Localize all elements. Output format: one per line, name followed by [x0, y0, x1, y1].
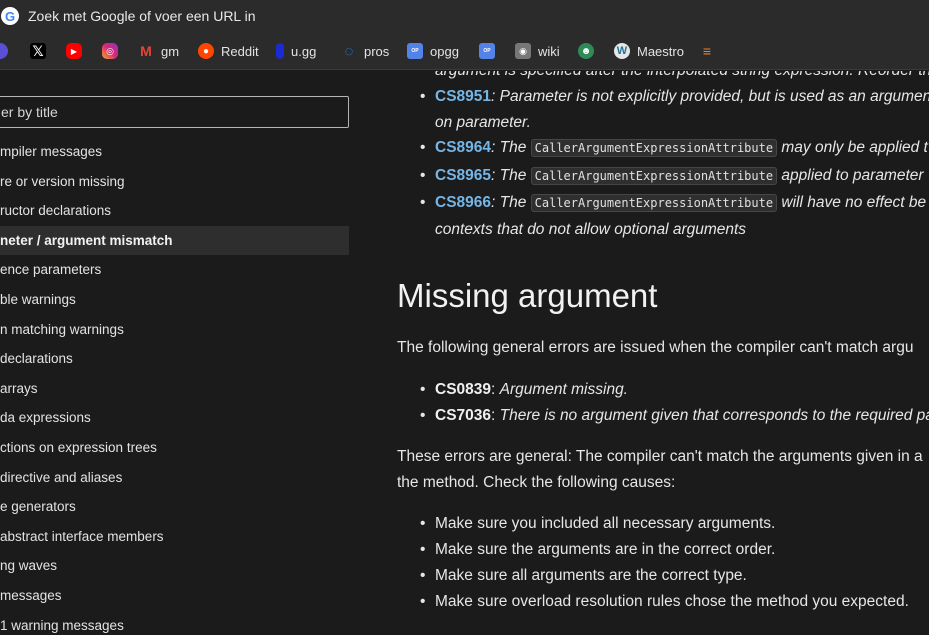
bookmark-label: pros [364, 43, 390, 59]
list-item: Make sure you included all necessary arg… [397, 511, 909, 537]
bookmark-pros[interactable]: ◌ pros [341, 39, 390, 63]
toc-item[interactable]: e generators [0, 492, 349, 522]
stackoverflow-icon: ≡ [702, 43, 712, 59]
toc-item[interactable]: ble warnings [0, 285, 349, 315]
error-code: CS7036 [435, 407, 492, 424]
bookmark-0[interactable] [0, 39, 15, 63]
top-fragment: argument is specified after the interpol… [397, 71, 929, 84]
list-item: CS8951: Parameter is not explicitly prov… [397, 84, 929, 110]
list-item: CS8966: The CallerArgumentExpressionAttr… [397, 189, 928, 217]
toc-item[interactable]: directive and aliases [0, 463, 349, 493]
list-item: CS8965: The CallerArgumentExpressionAttr… [397, 162, 928, 190]
toc-item[interactable]: messages [0, 581, 349, 611]
bookmark-stackoverflow[interactable]: ≡ [699, 39, 722, 63]
toc-item-active[interactable]: neter / argument mismatch [0, 225, 349, 256]
youtube-icon: ▶ [66, 43, 82, 59]
address-bar[interactable]: G Zoek met Google of voer een URL in [0, 0, 929, 32]
error-list: CS8951: Parameter is not explicitly prov… [397, 84, 929, 110]
error-code-link[interactable]: CS8965 [435, 167, 491, 184]
bookmark-maestro[interactable]: W Maestro [614, 39, 684, 63]
bookmark-instagram[interactable]: ◎ [102, 39, 125, 63]
ugg-icon [276, 43, 284, 59]
toc-item[interactable]: mpiler messages [0, 137, 349, 167]
list-item-continuation: on parameter. [435, 114, 531, 131]
gmail-icon: M [140, 43, 152, 59]
bookmark-label: gm [161, 43, 180, 59]
bookmark-ugg[interactable]: u.gg [276, 39, 316, 63]
bookmarks-bar: 𝕏 ▶ ◎ M gm ● Reddit u.gg ◌ pros OP opgg … [0, 32, 929, 70]
list-item: Make sure the arguments are in the corre… [397, 537, 909, 563]
bookmark-label: Reddit [221, 43, 259, 59]
wordpress-icon: W [614, 43, 630, 59]
general-paragraph-line: the method. Check the following causes: [397, 474, 676, 491]
bookmark-android[interactable]: ☻ [578, 39, 601, 63]
google-icon: G [1, 7, 19, 25]
error-list-2: CS8964: The CallerArgumentExpressionAttr… [397, 134, 928, 217]
toc-item[interactable]: n matching warnings [0, 315, 349, 345]
filter-input[interactable]: er by title [0, 96, 349, 128]
toc-item[interactable]: ence parameters [0, 255, 349, 285]
list-item-continuation: contexts that do not allow optional argu… [435, 221, 747, 238]
toc-sidebar: er by title mpiler messages re or versio… [0, 71, 350, 635]
toc-item[interactable]: abstract interface members [0, 522, 349, 552]
list-item: CS7036: There is no argument given that … [397, 403, 929, 429]
bookmark-opgg-2[interactable]: OP [479, 39, 502, 63]
general-paragraph-line: These errors are general: The compiler c… [397, 448, 923, 465]
inline-code: CallerArgumentExpressionAttribute [530, 139, 778, 157]
inline-code: CallerArgumentExpressionAttribute [530, 194, 778, 212]
bookmark-youtube[interactable]: ▶ [66, 39, 89, 63]
pros-icon: ◌ [344, 42, 354, 60]
toc-item[interactable]: declarations [0, 344, 349, 374]
opgg-icon: OP [407, 43, 423, 59]
bookmark-reddit[interactable]: ● Reddit [198, 39, 259, 63]
error-code-link[interactable]: CS8951 [435, 88, 491, 105]
reddit-icon: ● [198, 43, 214, 59]
toc-item[interactable]: ctions on expression trees [0, 433, 349, 463]
bookmark-label: wiki [538, 43, 560, 59]
bookmark-gm[interactable]: M gm [138, 39, 179, 63]
toc-item[interactable]: ng waves [0, 551, 349, 581]
list-item: Make sure overload resolution rules chos… [397, 589, 909, 615]
error-code-link[interactable]: CS8964 [435, 139, 491, 156]
toc-list: mpiler messages re or version missing ru… [0, 137, 349, 635]
toc-item[interactable]: 1 warning messages [0, 611, 349, 635]
error-code-link[interactable]: CS8966 [435, 194, 491, 211]
opgg-icon: OP [479, 43, 495, 59]
x-icon: 𝕏 [30, 43, 46, 59]
toc-item[interactable]: da expressions [0, 403, 349, 433]
bookmark-opgg[interactable]: OP opgg [407, 39, 459, 63]
section-heading: Missing argument [397, 277, 658, 314]
toc-item[interactable]: ructor declarations [0, 196, 349, 226]
instagram-icon: ◎ [102, 43, 118, 59]
address-text[interactable]: Zoek met Google of voer een URL in [28, 8, 256, 24]
wiki-icon: ◉ [515, 43, 531, 59]
article-content: argument is specified after the interpol… [350, 71, 929, 635]
bookmark-wiki[interactable]: ◉ wiki [515, 39, 560, 63]
causes-list: Make sure you included all necessary arg… [397, 511, 909, 615]
circle-icon [0, 43, 8, 59]
list-item: Make sure all arguments are the correct … [397, 563, 909, 589]
intro-paragraph: The following general errors are issued … [397, 339, 914, 356]
error-code: CS0839 [435, 381, 492, 398]
missing-argument-list: CS0839: Argument missing. CS7036: There … [397, 377, 929, 429]
toc-item[interactable]: arrays [0, 374, 349, 404]
toc-item[interactable]: re or version missing [0, 167, 349, 197]
bookmark-label: opgg [430, 43, 459, 59]
android-icon: ☻ [578, 43, 594, 59]
bookmark-label: u.gg [291, 43, 317, 59]
list-item: CS8964: The CallerArgumentExpressionAttr… [397, 134, 928, 162]
list-item: CS0839: Argument missing. [397, 377, 929, 403]
bookmark-label: Maestro [637, 43, 684, 59]
inline-code: CallerArgumentExpressionAttribute [530, 166, 778, 185]
filter-placeholder: er by title [1, 104, 58, 120]
bookmark-x[interactable]: 𝕏 [30, 39, 53, 63]
